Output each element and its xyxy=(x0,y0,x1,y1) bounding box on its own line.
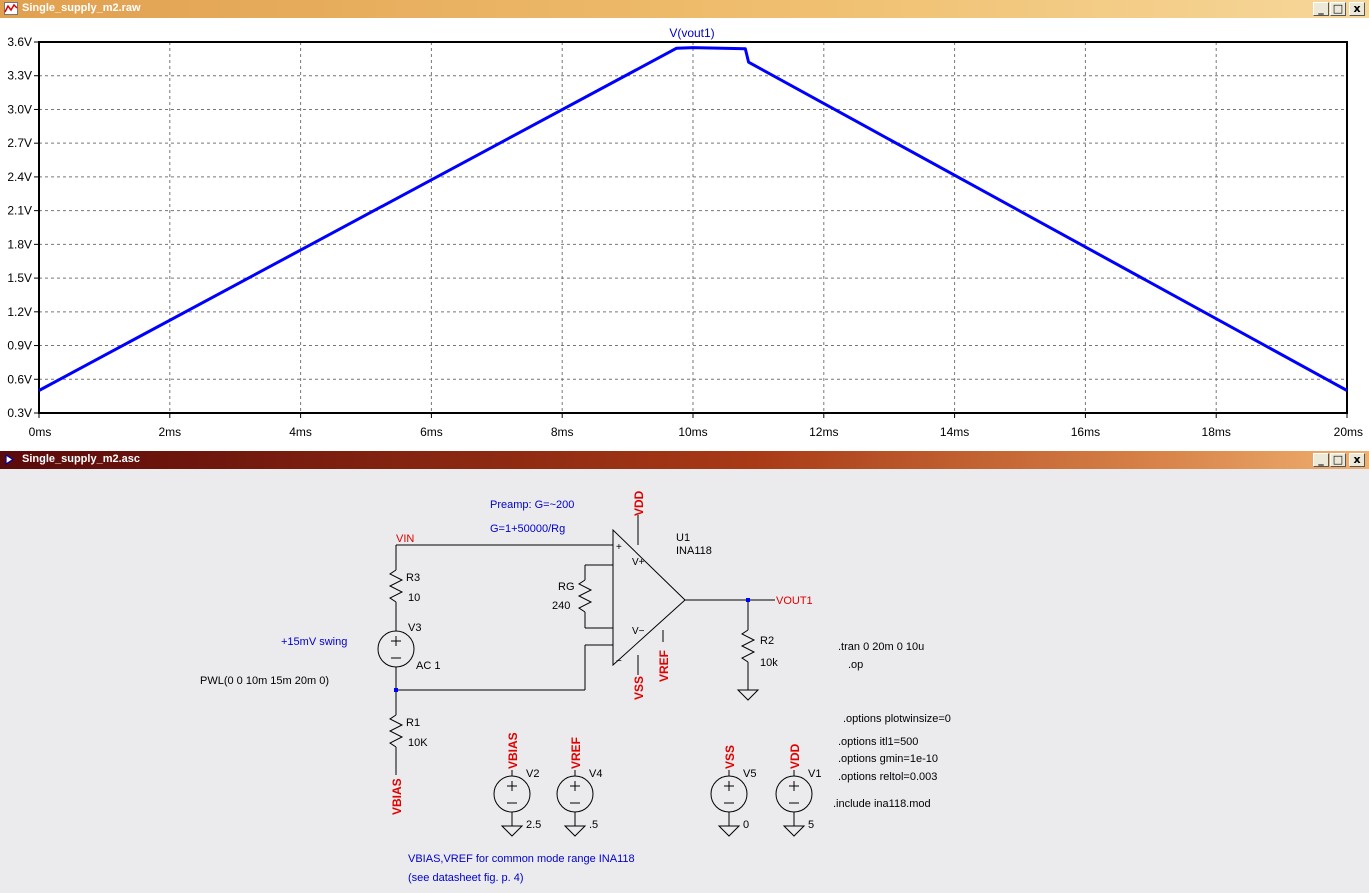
minimize-button[interactable]: _ xyxy=(1313,453,1329,467)
directive-itl1[interactable]: .options itl1=500 xyxy=(838,736,918,748)
y-tick-label: 3.0V xyxy=(7,102,32,116)
pin-vplus: V+ xyxy=(632,557,645,568)
net-label-vbias[interactable]: VBIAS xyxy=(390,778,404,815)
v1-name[interactable]: V1 xyxy=(808,768,821,780)
pin-plus: + xyxy=(616,542,622,553)
waveform-icon xyxy=(4,2,18,15)
v3-name[interactable]: V3 xyxy=(408,622,421,634)
note-datasheet[interactable]: (see datasheet fig. p. 4) xyxy=(408,872,524,884)
r2-value[interactable]: 10k xyxy=(760,657,778,669)
u1-value[interactable]: INA118 xyxy=(676,545,712,557)
directive-tran[interactable]: .tran 0 20m 0 10u xyxy=(838,641,924,653)
v5-name[interactable]: V5 xyxy=(743,768,756,780)
pin-minus: − xyxy=(616,656,622,667)
y-axis: 0.3V 0.6V 0.9V 1.2V 1.5V 1.8V 2.1V 2.4V 2.7V 3.0V… xyxy=(7,35,39,420)
x-tick-label: 12ms xyxy=(809,425,838,439)
y-tick-label: 3.3V xyxy=(7,69,32,83)
v4-name[interactable]: V4 xyxy=(589,768,602,780)
x-tick-label: 4ms xyxy=(289,425,312,439)
restore-button[interactable]: □ xyxy=(1330,453,1346,467)
net-label-vref[interactable]: VREF xyxy=(657,650,671,682)
x-tick-label: 8ms xyxy=(551,425,574,439)
y-tick-label: 1.8V xyxy=(7,237,32,251)
directive-plotwinsize[interactable]: .options plotwinsize=0 xyxy=(843,713,951,725)
net-label-vbias-v2[interactable]: VBIAS xyxy=(506,732,520,769)
y-tick-label: 2.4V xyxy=(7,170,32,184)
v1-value[interactable]: 5 xyxy=(808,819,814,831)
net-label-vdd[interactable]: VDD xyxy=(632,490,646,516)
x-tick-label: 20ms xyxy=(1334,425,1363,439)
swing-note[interactable]: +15mV swing xyxy=(281,636,347,648)
y-tick-label: 0.3V xyxy=(7,406,32,420)
plot-grid xyxy=(39,42,1347,413)
directive-op[interactable]: .op xyxy=(848,659,863,671)
rg-name[interactable]: RG xyxy=(558,581,575,593)
x-axis: 0ms 2ms 4ms 6ms 8ms 10ms 12ms 14ms 16ms 18ms 20ms xyxy=(29,413,1363,439)
close-button[interactable]: x xyxy=(1349,453,1365,467)
restore-button[interactable]: □ xyxy=(1330,2,1346,16)
comment-gain[interactable]: G=1+50000/Rg xyxy=(490,523,565,535)
r2-name[interactable]: R2 xyxy=(760,635,774,647)
waveform-chart[interactable]: 0.3V 0.6V 0.9V 1.2V 1.5V 1.8V 2.1V 2.4V 2.7V 3.0V… xyxy=(0,18,1369,451)
directive-include[interactable]: .include ina118.mod xyxy=(833,798,931,810)
waveform-plot-pane[interactable]: 0.3V 0.6V 0.9V 1.2V 1.5V 1.8V 2.1V 2.4V 2.7V 3.0V… xyxy=(0,18,1369,451)
x-tick-label: 0ms xyxy=(29,425,52,439)
r3-name[interactable]: R3 xyxy=(406,572,420,584)
net-label-vref-v4[interactable]: VREF xyxy=(569,737,583,769)
x-tick-label: 6ms xyxy=(420,425,443,439)
y-tick-label: 2.7V xyxy=(7,136,32,150)
y-tick-label: 0.6V xyxy=(7,372,32,386)
x-tick-label: 14ms xyxy=(940,425,969,439)
x-tick-label: 16ms xyxy=(1071,425,1100,439)
pin-vminus: V− xyxy=(632,626,645,637)
x-tick-label: 18ms xyxy=(1202,425,1231,439)
net-label-vin[interactable]: VIN xyxy=(396,533,414,545)
schematic-window-titlebar[interactable]: Single_supply_m2.asc _ □ x xyxy=(0,451,1369,469)
plot-window-titlebar[interactable]: Single_supply_m2.raw _ □ x xyxy=(0,0,1369,18)
schematic-window-title: Single_supply_m2.asc xyxy=(22,453,140,465)
r3-value[interactable]: 10 xyxy=(408,592,420,604)
r1-name[interactable]: R1 xyxy=(406,717,420,729)
r1-value[interactable]: 10K xyxy=(408,737,428,749)
x-tick-label: 2ms xyxy=(158,425,181,439)
y-tick-label: 1.5V xyxy=(7,271,32,285)
directive-reltol[interactable]: .options reltol=0.003 xyxy=(838,771,937,783)
u1-name[interactable]: U1 xyxy=(676,532,690,544)
schematic-icon xyxy=(5,454,15,466)
series-line[interactable] xyxy=(38,46,1348,392)
note-common-mode[interactable]: VBIAS,VREF for common mode range INA118 xyxy=(408,853,635,865)
y-tick-label: 3.6V xyxy=(7,35,32,49)
directive-gmin[interactable]: .options gmin=1e-10 xyxy=(838,753,938,765)
net-label-vdd-v1[interactable]: VDD xyxy=(788,743,802,769)
v5-value[interactable]: 0 xyxy=(743,819,749,831)
pwl-spec[interactable]: PWL(0 0 10m 15m 20m 0) xyxy=(200,675,329,687)
v4-value[interactable]: .5 xyxy=(589,819,598,831)
comment-preamp[interactable]: Preamp: G=~200 xyxy=(490,499,574,511)
v2-name[interactable]: V2 xyxy=(526,768,539,780)
plot-window-title: Single_supply_m2.raw xyxy=(22,2,141,14)
v2-value[interactable]: 2.5 xyxy=(526,819,541,831)
v3-value[interactable]: AC 1 xyxy=(416,660,440,672)
schematic-canvas[interactable]: Preamp: G=~200 G=1+50000/Rg VIN VDD U1 I… xyxy=(0,469,1369,893)
trace-label[interactable]: V(vout1) xyxy=(669,26,714,40)
y-tick-label: 2.1V xyxy=(7,204,32,218)
junction-dot xyxy=(746,598,750,602)
schematic-drawing[interactable]: Preamp: G=~200 G=1+50000/Rg VIN VDD U1 I… xyxy=(0,469,1369,893)
rg-value[interactable]: 240 xyxy=(552,600,570,612)
net-label-vss-v5[interactable]: VSS xyxy=(723,745,737,769)
net-label-vss[interactable]: VSS xyxy=(632,676,646,700)
minimize-button[interactable]: _ xyxy=(1313,2,1329,16)
close-button[interactable]: x xyxy=(1349,2,1365,16)
y-tick-label: 1.2V xyxy=(7,305,32,319)
x-tick-label: 10ms xyxy=(678,425,707,439)
y-tick-label: 0.9V xyxy=(7,339,32,353)
net-label-vout1[interactable]: VOUT1 xyxy=(776,595,813,607)
plot-series xyxy=(38,46,1348,392)
junction-dot xyxy=(394,688,398,692)
